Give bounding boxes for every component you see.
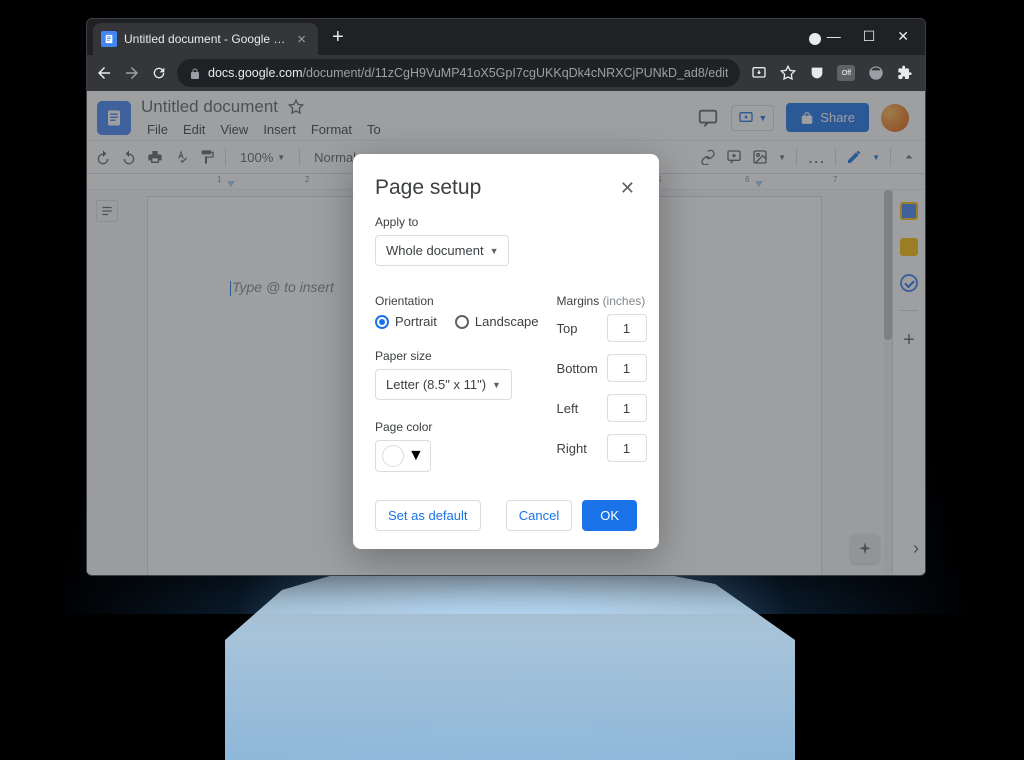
orientation-portrait-radio[interactable]: Portrait — [375, 314, 437, 329]
tab-title: Untitled document - Google Doc — [124, 32, 288, 46]
margin-bottom-label: Bottom — [557, 361, 598, 376]
browser-window: ― ☐ ✕ Untitled document - Google Doc × +… — [86, 18, 926, 576]
margin-bottom-input[interactable] — [607, 354, 647, 382]
browser-tab[interactable]: Untitled document - Google Doc × — [93, 23, 318, 55]
forward-button[interactable] — [123, 64, 141, 82]
cancel-button[interactable]: Cancel — [506, 500, 572, 531]
margin-right-label: Right — [557, 441, 587, 456]
radio-unselected-icon — [455, 315, 469, 329]
margins-label: Margins (inches) — [557, 294, 647, 308]
caret-down-icon: ▼ — [492, 380, 501, 390]
apply-to-label: Apply to — [375, 215, 637, 229]
extension-vpn-icon[interactable] — [867, 65, 884, 82]
back-button[interactable] — [95, 64, 113, 82]
wallpaper-iceberg — [225, 560, 795, 760]
address-bar: docs.google.com/document/d/11zCgH9VuMP41… — [87, 55, 925, 91]
page-color-label: Page color — [375, 420, 539, 434]
dialog-close-icon[interactable]: ✕ — [618, 176, 637, 201]
page-color-dropdown[interactable]: ▼ — [375, 440, 431, 472]
star-bookmark-icon[interactable] — [779, 65, 796, 82]
maximize-button[interactable]: ☐ — [853, 23, 886, 49]
caret-down-icon: ▼ — [408, 447, 424, 465]
caret-down-icon: ▼ — [490, 246, 499, 256]
margin-left-input[interactable] — [607, 394, 647, 422]
radio-selected-icon — [375, 315, 389, 329]
margin-left-label: Left — [557, 401, 579, 416]
apply-to-dropdown[interactable]: Whole document ▼ — [375, 235, 509, 266]
paper-size-dropdown[interactable]: Letter (8.5" x 11") ▼ — [375, 369, 512, 400]
close-window-button[interactable]: ✕ — [887, 23, 919, 49]
dialog-title: Page setup — [375, 176, 481, 200]
paper-size-label: Paper size — [375, 349, 539, 363]
addr-right-icons: Off ⋮ — [750, 62, 926, 84]
margin-top-label: Top — [557, 321, 578, 336]
lock-icon — [189, 67, 201, 79]
extensions-puzzle-icon[interactable] — [896, 65, 913, 82]
page-setup-dialog: Page setup ✕ Apply to Whole document ▼ O… — [353, 154, 659, 549]
margin-top-input[interactable] — [607, 314, 647, 342]
docs-favicon-icon — [101, 31, 117, 47]
page-color-swatch — [382, 445, 404, 467]
url-text: docs.google.com/document/d/11zCgH9VuMP41… — [208, 66, 728, 80]
extension-badge-icon[interactable]: Off — [837, 65, 855, 81]
install-app-icon[interactable] — [750, 65, 767, 82]
reading-list-icon[interactable] — [925, 65, 926, 82]
ok-button[interactable]: OK — [582, 500, 637, 531]
url-field[interactable]: docs.google.com/document/d/11zCgH9VuMP41… — [177, 59, 740, 87]
new-tab-button[interactable]: + — [318, 26, 358, 55]
extension-pocket-icon[interactable] — [808, 65, 825, 82]
orientation-landscape-radio[interactable]: Landscape — [455, 314, 539, 329]
minimize-button[interactable]: ― — [817, 23, 851, 49]
window-controls: ― ☐ ✕ — [817, 23, 919, 49]
tab-close-icon[interactable]: × — [295, 31, 308, 48]
set-as-default-button[interactable]: Set as default — [375, 500, 481, 531]
orientation-label: Orientation — [375, 294, 539, 308]
tab-strip: Untitled document - Google Doc × + — [87, 19, 925, 55]
margin-right-input[interactable] — [607, 434, 647, 462]
reload-button[interactable] — [151, 64, 167, 82]
